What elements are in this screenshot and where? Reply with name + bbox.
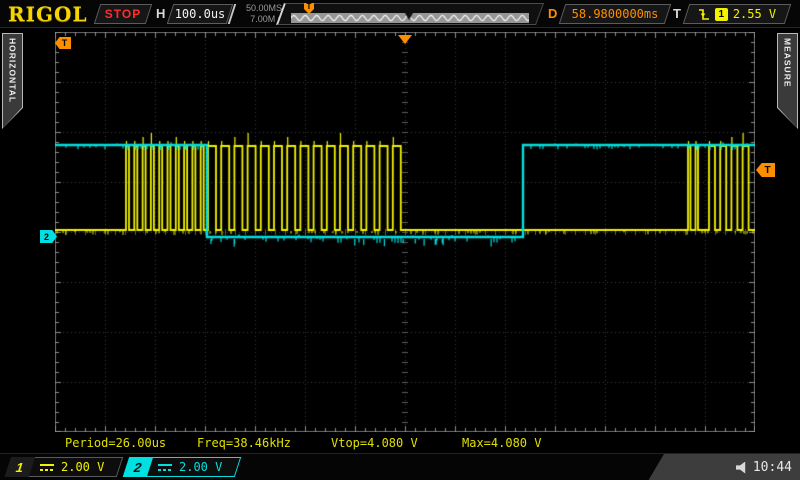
trigger-source-badge: 1 [715, 8, 728, 21]
tab-measure[interactable]: MEASURE [777, 33, 798, 129]
memory-waveform-icon [291, 13, 529, 23]
channel-1-scale: 2.00 V [61, 460, 104, 474]
channel-status-bar: 1 2.00 V 2 2.00 V 10:44 [0, 453, 800, 480]
rigol-logo: RIGOL [8, 2, 88, 26]
speaker-icon[interactable] [736, 462, 749, 474]
dc-coupling-icon [158, 463, 172, 472]
trigger-label: T [673, 6, 681, 21]
tab-horizontal[interactable]: HORIZONTAL [2, 33, 23, 129]
trigger-level-flag[interactable]: T [756, 163, 775, 177]
delay-label: D [548, 6, 557, 21]
trigger-settings-button[interactable]: 1 2.55 V [686, 4, 788, 24]
falling-edge-icon [698, 8, 710, 21]
memory-position-bar: T [280, 3, 540, 25]
measurement-freq: Freq=38.46kHz [197, 436, 291, 450]
tab-horizontal-label: HORIZONTAL [8, 34, 18, 103]
channel-2-scale: 2.00 V [179, 460, 222, 474]
delay-value-button[interactable]: 58.9800000ms [562, 4, 668, 24]
tab-measure-label: MEASURE [783, 34, 793, 88]
horizontal-label: H [156, 6, 165, 21]
run-status-label: STOP [97, 4, 149, 24]
channel-1-button[interactable]: 1 2.00 V [8, 457, 120, 477]
run-status-button[interactable]: STOP [97, 4, 149, 24]
top-status-bar: RIGOL STOP H 100.0us 50.00MSa/s 7.00M pt… [0, 0, 800, 28]
oscilloscope-screen: RIGOL STOP H 100.0us 50.00MSa/s 7.00M pt… [0, 0, 800, 480]
channel-2-button[interactable]: 2 2.00 V [126, 457, 238, 477]
timebase-button[interactable]: 100.0us [170, 4, 230, 24]
dc-coupling-icon [40, 463, 54, 472]
waveform-display [55, 32, 755, 432]
timebase-value: 100.0us [170, 4, 230, 24]
clock-area: 10:44 [648, 454, 800, 480]
waveform-memory-bar [291, 13, 529, 23]
clock: 10:44 [753, 460, 792, 475]
delay-value: 58.9800000ms [562, 4, 668, 24]
measurement-period: Period=26.00us [65, 436, 166, 450]
measurement-max: Max=4.080 V [462, 436, 541, 450]
trigger-level-value: 2.55 V [733, 7, 776, 21]
measurement-vtop: Vtop=4.080 V [331, 436, 418, 450]
